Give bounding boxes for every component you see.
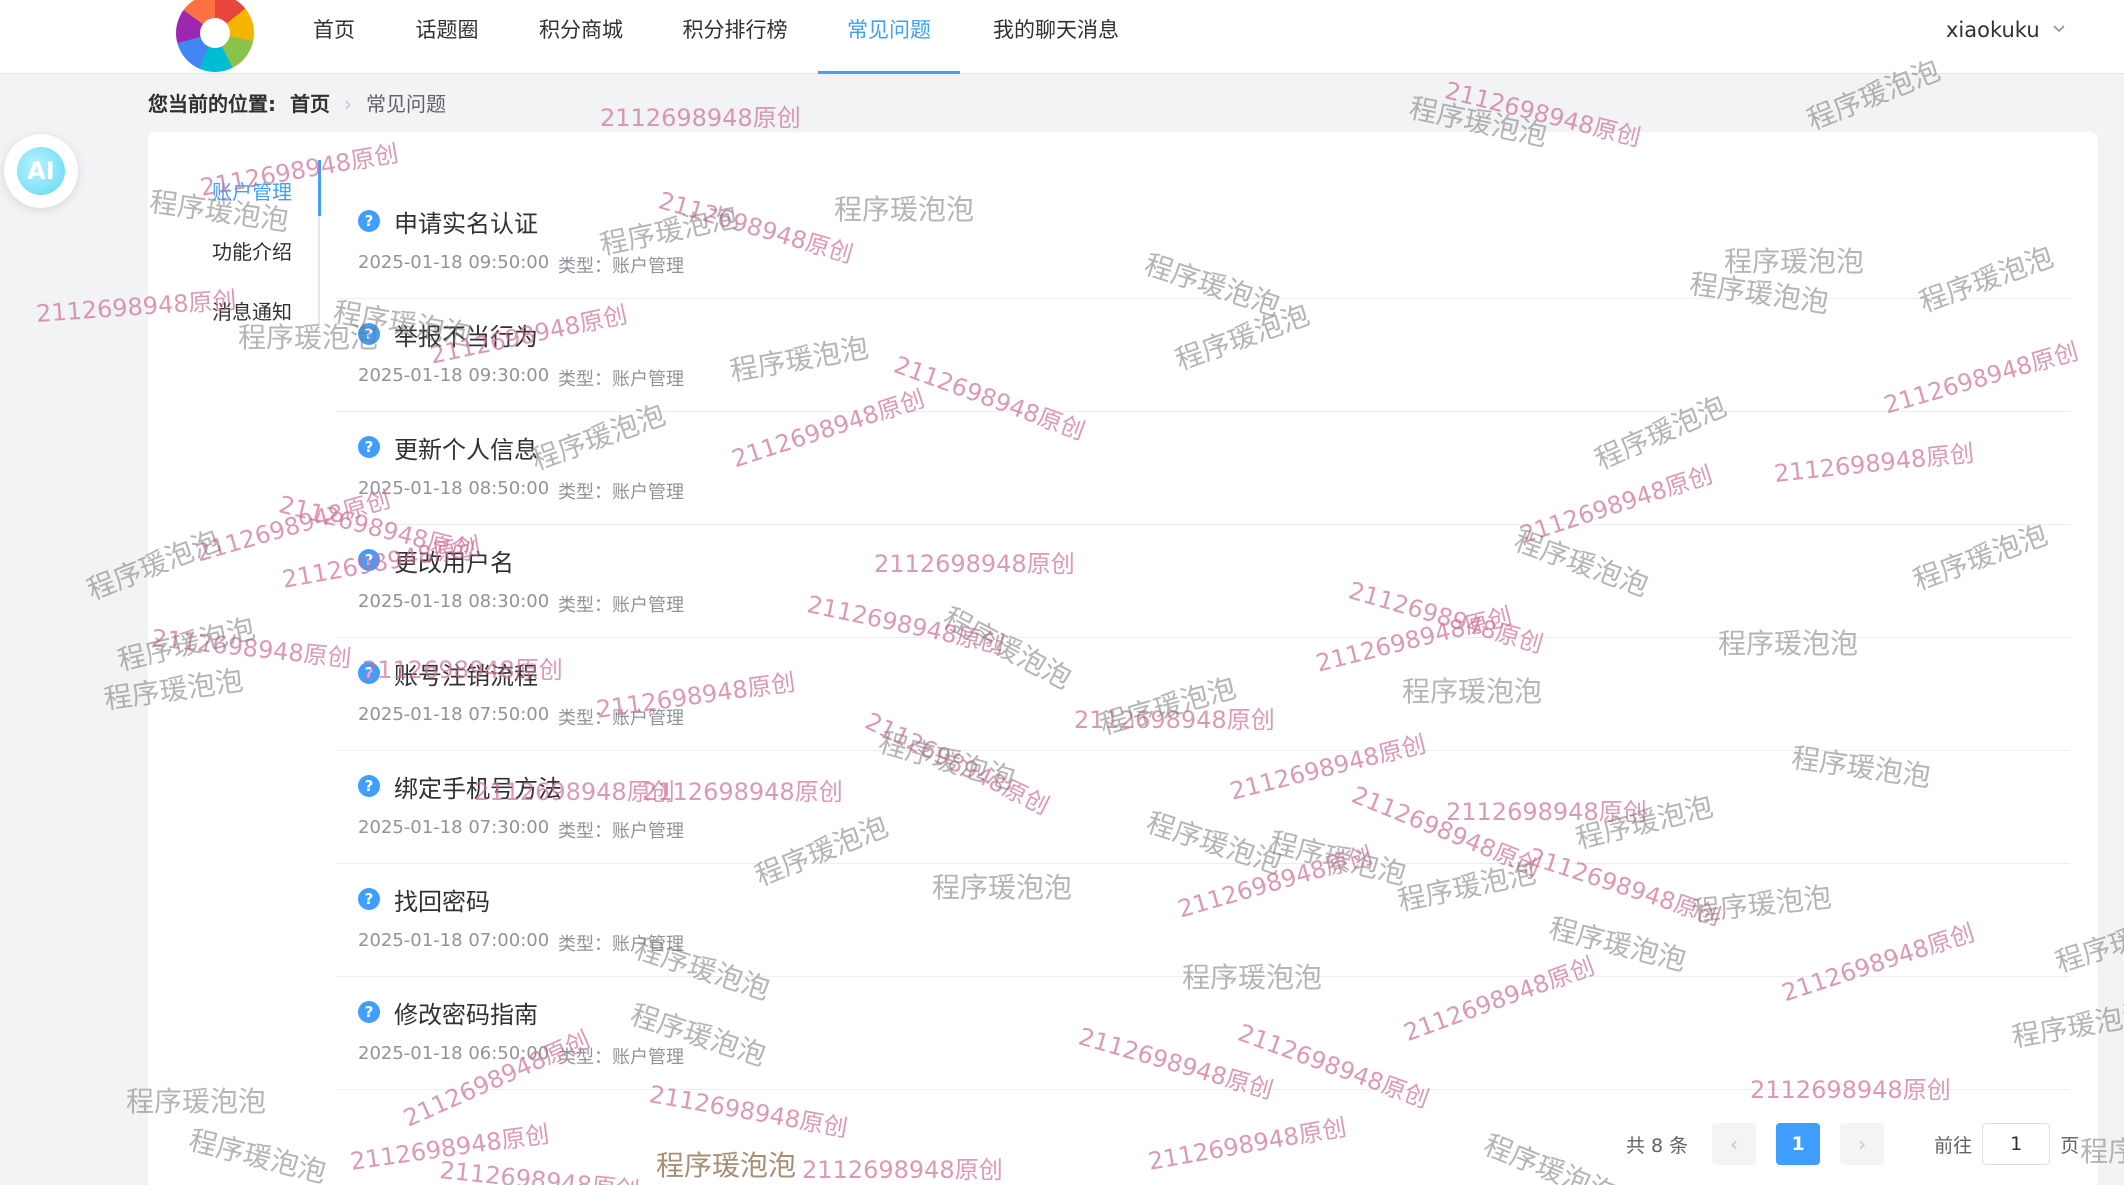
category-feature-intro[interactable]: 功能介绍 (148, 234, 320, 270)
faq-title[interactable]: 更新个人信息 (394, 430, 538, 465)
goto-page-input[interactable] (1982, 1123, 2051, 1165)
nav-faq[interactable]: 常见问题 (818, 0, 960, 74)
next-page-button[interactable]: › (1840, 1123, 1885, 1165)
breadcrumb-home[interactable]: 首页 (290, 88, 330, 120)
faq-title[interactable]: 举报不当行为 (394, 317, 538, 352)
faq-date: 2025-01-18 08:50:00 (358, 478, 550, 499)
faq-title[interactable]: 更改用户名 (394, 543, 514, 578)
pagination: 共 8 条 ‹ 1 › 前往 页 (1626, 1120, 2079, 1168)
faq-title[interactable]: 申请实名认证 (394, 204, 538, 239)
faq-item[interactable]: ? 更改用户名 2025-01-18 08:30:00 类型：账户管理 (336, 525, 2070, 638)
faq-item[interactable]: ? 账号注销流程 2025-01-18 07:50:00 类型：账户管理 (336, 638, 2070, 751)
nav-chat-messages[interactable]: 我的聊天消息 (986, 0, 1126, 74)
faq-title[interactable]: 找回密码 (394, 882, 490, 917)
nav-points-mall[interactable]: 积分商城 (534, 0, 628, 74)
faq-type: 类型：账户管理 (558, 821, 684, 842)
question-icon: ? (358, 775, 380, 797)
faq-type: 类型：账户管理 (558, 934, 684, 955)
breadcrumb: 您当前的位置: 首页 › 常见问题 (148, 88, 446, 120)
goto-label: 前往 (1934, 1134, 1973, 1157)
ai-icon: AI (17, 147, 65, 195)
chevron-right-icon: › (344, 92, 352, 116)
breadcrumb-prefix: 您当前的位置: (148, 92, 276, 116)
faq-title[interactable]: 修改密码指南 (394, 995, 538, 1030)
faq-item[interactable]: ? 申请实名认证 2025-01-18 09:50:00 类型：账户管理 (336, 186, 2070, 299)
faq-item[interactable]: ? 绑定手机号方法 2025-01-18 07:30:00 类型：账户管理 (336, 751, 2070, 864)
pagination-total: 共 8 条 (1626, 1134, 1689, 1157)
ai-assistant-button[interactable]: AI (4, 134, 78, 208)
question-icon: ? (358, 436, 380, 458)
question-icon: ? (358, 549, 380, 571)
question-icon: ? (358, 888, 380, 910)
faq-item[interactable]: ? 举报不当行为 2025-01-18 09:30:00 类型：账户管理 (336, 299, 2070, 412)
question-icon: ? (358, 1001, 380, 1023)
faq-type: 类型：账户管理 (558, 256, 684, 277)
question-icon: ? (358, 210, 380, 232)
goto-suffix: 页 (2060, 1134, 2080, 1157)
category-account-management[interactable]: 账户管理 (148, 174, 320, 210)
category-message-notice[interactable]: 消息通知 (148, 294, 320, 330)
faq-title[interactable]: 绑定手机号方法 (394, 769, 562, 804)
prev-page-button[interactable]: ‹ (1712, 1123, 1757, 1165)
faq-type: 类型：账户管理 (558, 595, 684, 616)
faq-date: 2025-01-18 07:50:00 (358, 704, 550, 725)
question-icon: ? (358, 662, 380, 684)
chevron-down-icon[interactable] (2052, 22, 2066, 36)
user-menu[interactable]: xiaokuku (1946, 0, 2040, 60)
faq-type: 类型：账户管理 (558, 708, 684, 729)
nav-topics[interactable]: 话题圈 (412, 0, 482, 74)
faq-type: 类型：账户管理 (558, 482, 684, 503)
faq-date: 2025-01-18 08:30:00 (358, 591, 550, 612)
watermark-text: 2112698948原创 (600, 104, 801, 132)
nav-home[interactable]: 首页 (302, 0, 366, 74)
question-icon: ? (358, 323, 380, 345)
faq-date: 2025-01-18 09:30:00 (358, 365, 550, 386)
page-number-current[interactable]: 1 (1776, 1123, 1821, 1165)
top-navbar: 首页 话题圈 积分商城 积分排行榜 常见问题 我的聊天消息 xiaokuku (0, 0, 2124, 74)
faq-date: 2025-01-18 07:00:00 (358, 930, 550, 951)
faq-type: 类型：账户管理 (558, 1047, 684, 1068)
faq-item[interactable]: ? 修改密码指南 2025-01-18 06:50:00 类型：账户管理 (336, 977, 2070, 1090)
faq-type: 类型：账户管理 (558, 369, 684, 390)
faq-item[interactable]: ? 找回密码 2025-01-18 07:00:00 类型：账户管理 (336, 864, 2070, 977)
faq-list: ? 申请实名认证 2025-01-18 09:50:00 类型：账户管理 ? 举… (336, 186, 2070, 1090)
faq-date: 2025-01-18 07:30:00 (358, 817, 550, 838)
faq-date: 2025-01-18 06:50:00 (358, 1043, 550, 1064)
faq-date: 2025-01-18 09:50:00 (358, 252, 550, 273)
faq-title[interactable]: 账号注销流程 (394, 656, 538, 691)
site-logo[interactable] (176, 0, 254, 72)
nav-points-ranking[interactable]: 积分排行榜 (676, 0, 794, 74)
breadcrumb-current: 常见问题 (366, 92, 446, 116)
faq-item[interactable]: ? 更新个人信息 2025-01-18 08:50:00 类型：账户管理 (336, 412, 2070, 525)
